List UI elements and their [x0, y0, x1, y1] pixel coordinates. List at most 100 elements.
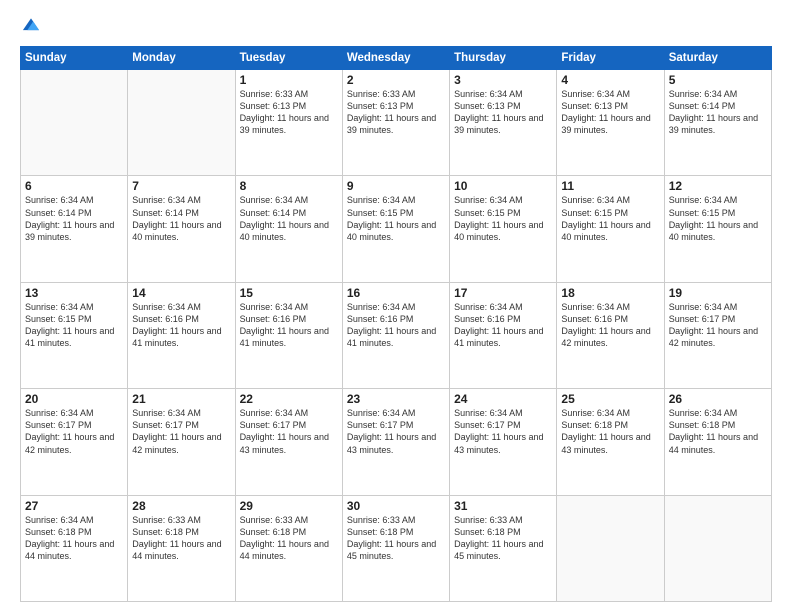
- calendar-cell: 19Sunrise: 6:34 AM Sunset: 6:17 PM Dayli…: [664, 282, 771, 388]
- calendar-cell: 8Sunrise: 6:34 AM Sunset: 6:14 PM Daylig…: [235, 176, 342, 282]
- calendar-day-header: Wednesday: [342, 47, 449, 70]
- calendar-cell: 22Sunrise: 6:34 AM Sunset: 6:17 PM Dayli…: [235, 389, 342, 495]
- day-detail: Sunrise: 6:34 AM Sunset: 6:14 PM Dayligh…: [240, 194, 338, 243]
- calendar-cell: 18Sunrise: 6:34 AM Sunset: 6:16 PM Dayli…: [557, 282, 664, 388]
- calendar-cell: 13Sunrise: 6:34 AM Sunset: 6:15 PM Dayli…: [21, 282, 128, 388]
- calendar-week-row: 20Sunrise: 6:34 AM Sunset: 6:17 PM Dayli…: [21, 389, 772, 495]
- calendar-cell: 1Sunrise: 6:33 AM Sunset: 6:13 PM Daylig…: [235, 70, 342, 176]
- day-number: 23: [347, 392, 445, 406]
- calendar-cell: 9Sunrise: 6:34 AM Sunset: 6:15 PM Daylig…: [342, 176, 449, 282]
- calendar-cell: 28Sunrise: 6:33 AM Sunset: 6:18 PM Dayli…: [128, 495, 235, 601]
- calendar-cell: 23Sunrise: 6:34 AM Sunset: 6:17 PM Dayli…: [342, 389, 449, 495]
- day-detail: Sunrise: 6:34 AM Sunset: 6:14 PM Dayligh…: [25, 194, 123, 243]
- day-number: 13: [25, 286, 123, 300]
- day-detail: Sunrise: 6:33 AM Sunset: 6:13 PM Dayligh…: [240, 88, 338, 137]
- day-number: 25: [561, 392, 659, 406]
- day-number: 22: [240, 392, 338, 406]
- day-detail: Sunrise: 6:34 AM Sunset: 6:16 PM Dayligh…: [132, 301, 230, 350]
- day-number: 9: [347, 179, 445, 193]
- calendar-week-row: 1Sunrise: 6:33 AM Sunset: 6:13 PM Daylig…: [21, 70, 772, 176]
- calendar-day-header: Thursday: [450, 47, 557, 70]
- calendar: SundayMondayTuesdayWednesdayThursdayFrid…: [20, 46, 772, 602]
- calendar-cell: 7Sunrise: 6:34 AM Sunset: 6:14 PM Daylig…: [128, 176, 235, 282]
- calendar-cell: [557, 495, 664, 601]
- day-number: 21: [132, 392, 230, 406]
- day-detail: Sunrise: 6:33 AM Sunset: 6:18 PM Dayligh…: [240, 514, 338, 563]
- day-detail: Sunrise: 6:34 AM Sunset: 6:15 PM Dayligh…: [347, 194, 445, 243]
- day-detail: Sunrise: 6:33 AM Sunset: 6:13 PM Dayligh…: [347, 88, 445, 137]
- calendar-cell: 15Sunrise: 6:34 AM Sunset: 6:16 PM Dayli…: [235, 282, 342, 388]
- day-detail: Sunrise: 6:34 AM Sunset: 6:18 PM Dayligh…: [25, 514, 123, 563]
- day-detail: Sunrise: 6:34 AM Sunset: 6:16 PM Dayligh…: [240, 301, 338, 350]
- calendar-day-header: Saturday: [664, 47, 771, 70]
- day-number: 18: [561, 286, 659, 300]
- logo: [20, 16, 44, 36]
- day-number: 14: [132, 286, 230, 300]
- calendar-cell: 29Sunrise: 6:33 AM Sunset: 6:18 PM Dayli…: [235, 495, 342, 601]
- day-number: 28: [132, 499, 230, 513]
- calendar-header-row: SundayMondayTuesdayWednesdayThursdayFrid…: [21, 47, 772, 70]
- calendar-cell: 10Sunrise: 6:34 AM Sunset: 6:15 PM Dayli…: [450, 176, 557, 282]
- day-number: 19: [669, 286, 767, 300]
- day-number: 1: [240, 73, 338, 87]
- calendar-cell: 2Sunrise: 6:33 AM Sunset: 6:13 PM Daylig…: [342, 70, 449, 176]
- day-detail: Sunrise: 6:34 AM Sunset: 6:17 PM Dayligh…: [454, 407, 552, 456]
- calendar-cell: 5Sunrise: 6:34 AM Sunset: 6:14 PM Daylig…: [664, 70, 771, 176]
- day-number: 5: [669, 73, 767, 87]
- day-detail: Sunrise: 6:34 AM Sunset: 6:18 PM Dayligh…: [561, 407, 659, 456]
- day-detail: Sunrise: 6:34 AM Sunset: 6:16 PM Dayligh…: [561, 301, 659, 350]
- day-detail: Sunrise: 6:34 AM Sunset: 6:14 PM Dayligh…: [669, 88, 767, 137]
- day-number: 20: [25, 392, 123, 406]
- calendar-cell: [664, 495, 771, 601]
- header: [20, 16, 772, 36]
- day-number: 7: [132, 179, 230, 193]
- day-number: 24: [454, 392, 552, 406]
- calendar-cell: 16Sunrise: 6:34 AM Sunset: 6:16 PM Dayli…: [342, 282, 449, 388]
- calendar-cell: 11Sunrise: 6:34 AM Sunset: 6:15 PM Dayli…: [557, 176, 664, 282]
- calendar-day-header: Sunday: [21, 47, 128, 70]
- day-number: 4: [561, 73, 659, 87]
- calendar-cell: 20Sunrise: 6:34 AM Sunset: 6:17 PM Dayli…: [21, 389, 128, 495]
- day-number: 6: [25, 179, 123, 193]
- day-detail: Sunrise: 6:34 AM Sunset: 6:15 PM Dayligh…: [454, 194, 552, 243]
- day-detail: Sunrise: 6:34 AM Sunset: 6:17 PM Dayligh…: [132, 407, 230, 456]
- day-detail: Sunrise: 6:34 AM Sunset: 6:15 PM Dayligh…: [561, 194, 659, 243]
- calendar-cell: 4Sunrise: 6:34 AM Sunset: 6:13 PM Daylig…: [557, 70, 664, 176]
- calendar-day-header: Monday: [128, 47, 235, 70]
- day-detail: Sunrise: 6:34 AM Sunset: 6:13 PM Dayligh…: [454, 88, 552, 137]
- day-detail: Sunrise: 6:34 AM Sunset: 6:16 PM Dayligh…: [454, 301, 552, 350]
- day-detail: Sunrise: 6:34 AM Sunset: 6:15 PM Dayligh…: [25, 301, 123, 350]
- calendar-cell: 14Sunrise: 6:34 AM Sunset: 6:16 PM Dayli…: [128, 282, 235, 388]
- day-number: 8: [240, 179, 338, 193]
- day-detail: Sunrise: 6:34 AM Sunset: 6:17 PM Dayligh…: [240, 407, 338, 456]
- calendar-cell: 31Sunrise: 6:33 AM Sunset: 6:18 PM Dayli…: [450, 495, 557, 601]
- calendar-cell: 17Sunrise: 6:34 AM Sunset: 6:16 PM Dayli…: [450, 282, 557, 388]
- day-detail: Sunrise: 6:34 AM Sunset: 6:15 PM Dayligh…: [669, 194, 767, 243]
- day-number: 17: [454, 286, 552, 300]
- calendar-cell: [128, 70, 235, 176]
- calendar-day-header: Tuesday: [235, 47, 342, 70]
- calendar-week-row: 6Sunrise: 6:34 AM Sunset: 6:14 PM Daylig…: [21, 176, 772, 282]
- calendar-cell: 26Sunrise: 6:34 AM Sunset: 6:18 PM Dayli…: [664, 389, 771, 495]
- calendar-week-row: 27Sunrise: 6:34 AM Sunset: 6:18 PM Dayli…: [21, 495, 772, 601]
- day-detail: Sunrise: 6:34 AM Sunset: 6:17 PM Dayligh…: [347, 407, 445, 456]
- calendar-cell: 12Sunrise: 6:34 AM Sunset: 6:15 PM Dayli…: [664, 176, 771, 282]
- day-number: 26: [669, 392, 767, 406]
- day-detail: Sunrise: 6:34 AM Sunset: 6:13 PM Dayligh…: [561, 88, 659, 137]
- day-detail: Sunrise: 6:34 AM Sunset: 6:17 PM Dayligh…: [25, 407, 123, 456]
- calendar-cell: 21Sunrise: 6:34 AM Sunset: 6:17 PM Dayli…: [128, 389, 235, 495]
- day-number: 16: [347, 286, 445, 300]
- day-detail: Sunrise: 6:34 AM Sunset: 6:18 PM Dayligh…: [669, 407, 767, 456]
- day-number: 29: [240, 499, 338, 513]
- calendar-week-row: 13Sunrise: 6:34 AM Sunset: 6:15 PM Dayli…: [21, 282, 772, 388]
- day-number: 31: [454, 499, 552, 513]
- day-detail: Sunrise: 6:33 AM Sunset: 6:18 PM Dayligh…: [454, 514, 552, 563]
- day-number: 10: [454, 179, 552, 193]
- calendar-cell: 25Sunrise: 6:34 AM Sunset: 6:18 PM Dayli…: [557, 389, 664, 495]
- day-detail: Sunrise: 6:34 AM Sunset: 6:16 PM Dayligh…: [347, 301, 445, 350]
- page: SundayMondayTuesdayWednesdayThursdayFrid…: [0, 0, 792, 612]
- day-number: 11: [561, 179, 659, 193]
- day-number: 3: [454, 73, 552, 87]
- logo-icon: [20, 14, 42, 36]
- day-number: 2: [347, 73, 445, 87]
